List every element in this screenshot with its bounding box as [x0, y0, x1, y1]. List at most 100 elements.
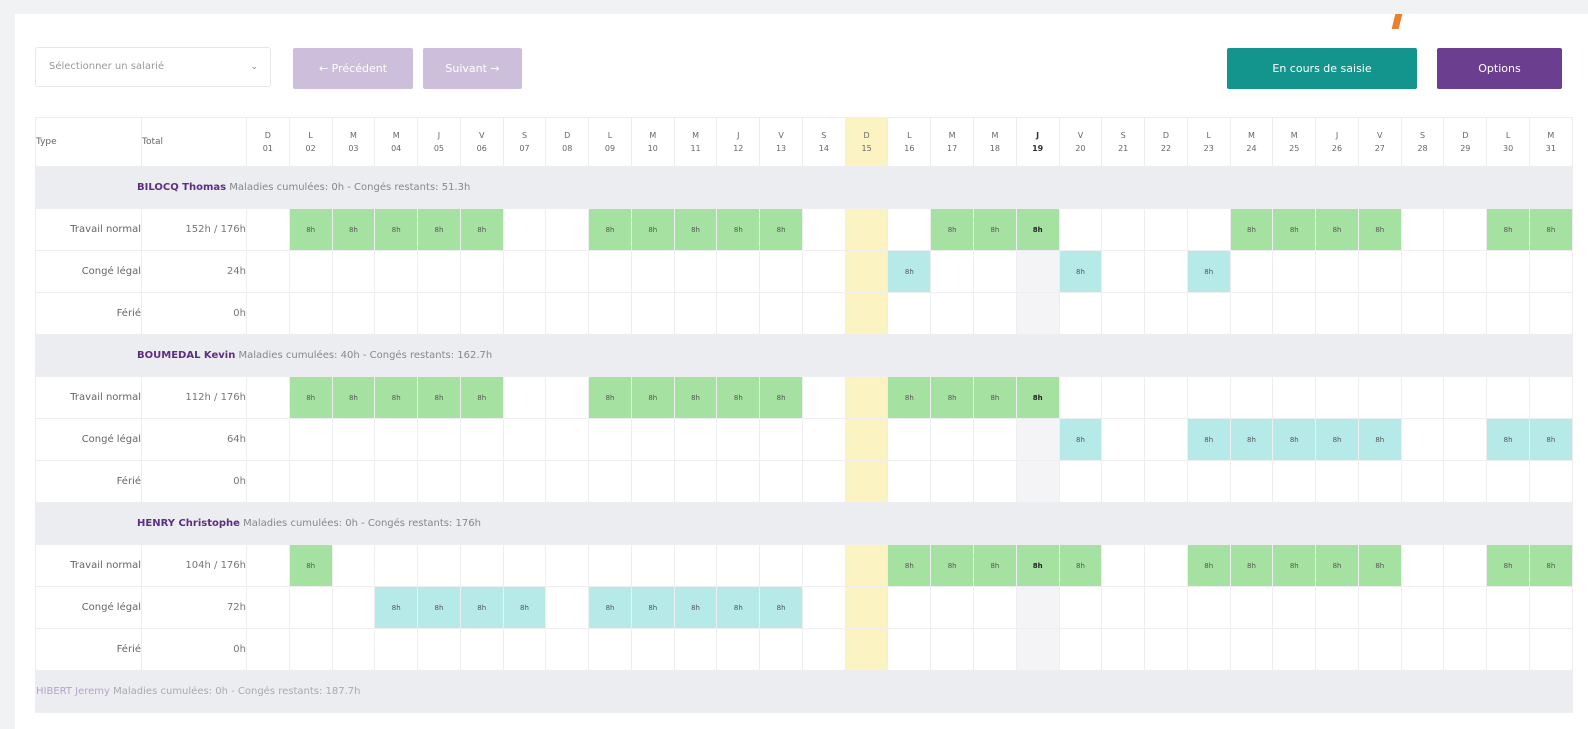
day-cell[interactable]	[887, 460, 932, 503]
day-cell[interactable]: 8h	[630, 208, 675, 251]
day-cell[interactable]: 8h	[1315, 418, 1359, 461]
employee-select[interactable]: Sélectionner un salarié ⌄	[35, 47, 271, 87]
day-cell[interactable]	[759, 544, 803, 587]
day-cell[interactable]: 8h	[1357, 208, 1402, 251]
day-cell[interactable]	[417, 544, 461, 587]
day-cell[interactable]: 8h	[1528, 544, 1573, 587]
day-cell[interactable]	[887, 418, 932, 461]
day-cell[interactable]	[1015, 250, 1060, 293]
day-cell[interactable]	[331, 628, 376, 671]
status-button[interactable]: En cours de saisie	[1227, 48, 1417, 89]
day-cell[interactable]	[1144, 376, 1188, 419]
day-cell[interactable]	[1272, 376, 1317, 419]
day-cell[interactable]	[374, 292, 419, 335]
day-cell[interactable]: 8h	[759, 208, 803, 251]
day-cell[interactable]	[887, 208, 932, 251]
day-cell[interactable]	[630, 544, 675, 587]
day-cell[interactable]	[246, 376, 290, 419]
day-cell[interactable]	[1144, 460, 1188, 503]
day-cell[interactable]: 8h	[1229, 208, 1274, 251]
day-cell[interactable]	[1101, 418, 1146, 461]
day-cell[interactable]	[1486, 586, 1530, 629]
day-cell[interactable]	[1315, 292, 1359, 335]
day-cell[interactable]	[716, 292, 761, 335]
day-cell[interactable]: 8h	[1015, 544, 1060, 587]
day-cell[interactable]: 8h	[374, 586, 419, 629]
day-cell[interactable]	[1272, 586, 1317, 629]
day-cell[interactable]: 8h	[673, 208, 718, 251]
day-cell[interactable]	[1315, 376, 1359, 419]
day-cell[interactable]: 8h	[630, 376, 675, 419]
day-cell[interactable]	[502, 418, 547, 461]
day-cell[interactable]	[630, 628, 675, 671]
day-cell[interactable]	[801, 208, 846, 251]
day-cell[interactable]: 8h	[716, 208, 761, 251]
day-cell[interactable]	[844, 250, 889, 293]
day-cell[interactable]	[630, 250, 675, 293]
day-cell[interactable]: 8h	[1486, 418, 1530, 461]
day-cell[interactable]: 8h	[1229, 418, 1274, 461]
day-cell[interactable]	[1357, 376, 1402, 419]
day-cell[interactable]: 8h	[288, 376, 333, 419]
day-cell[interactable]	[1015, 292, 1060, 335]
day-cell[interactable]: 8h	[502, 586, 547, 629]
day-cell[interactable]	[502, 544, 547, 587]
day-cell[interactable]	[331, 460, 376, 503]
day-cell[interactable]	[1528, 460, 1573, 503]
day-cell[interactable]	[1443, 208, 1488, 251]
day-cell[interactable]	[1015, 460, 1060, 503]
day-cell[interactable]	[973, 460, 1017, 503]
day-cell[interactable]	[1101, 208, 1146, 251]
day-cell[interactable]	[1528, 376, 1573, 419]
day-cell[interactable]	[1186, 376, 1231, 419]
employee-name[interactable]: BILOCQ Thomas	[36, 182, 226, 193]
day-cell[interactable]	[1144, 544, 1188, 587]
day-cell[interactable]	[801, 544, 846, 587]
day-cell[interactable]: 8h	[673, 376, 718, 419]
day-cell[interactable]	[1357, 628, 1402, 671]
day-cell[interactable]	[502, 460, 547, 503]
day-cell[interactable]	[1101, 460, 1146, 503]
day-cell[interactable]	[844, 460, 889, 503]
day-cell[interactable]	[588, 628, 632, 671]
day-cell[interactable]	[1144, 586, 1188, 629]
day-cell[interactable]: 8h	[1315, 544, 1359, 587]
day-cell[interactable]	[1015, 586, 1060, 629]
day-cell[interactable]	[288, 586, 333, 629]
day-cell[interactable]	[545, 250, 590, 293]
day-cell[interactable]	[459, 250, 504, 293]
day-cell[interactable]	[288, 292, 333, 335]
day-cell[interactable]	[246, 586, 290, 629]
day-cell[interactable]	[1443, 418, 1488, 461]
day-cell[interactable]	[1186, 292, 1231, 335]
day-cell[interactable]	[246, 544, 290, 587]
day-cell[interactable]	[973, 292, 1017, 335]
day-cell[interactable]	[673, 544, 718, 587]
day-cell[interactable]	[1400, 250, 1445, 293]
day-cell[interactable]: 8h	[887, 376, 932, 419]
day-cell[interactable]	[1229, 460, 1274, 503]
day-cell[interactable]: 8h	[930, 208, 975, 251]
day-cell[interactable]: 8h	[1528, 418, 1573, 461]
day-cell[interactable]	[1357, 250, 1402, 293]
day-cell[interactable]	[1443, 292, 1488, 335]
employee-name[interactable]: HENRY Christophe	[36, 518, 240, 529]
day-cell[interactable]	[844, 544, 889, 587]
day-cell[interactable]	[545, 544, 590, 587]
day-cell[interactable]: 8h	[331, 376, 376, 419]
day-cell[interactable]	[545, 376, 590, 419]
day-cell[interactable]	[374, 460, 419, 503]
day-cell[interactable]	[759, 460, 803, 503]
day-cell[interactable]	[417, 460, 461, 503]
day-cell[interactable]: 8h	[1229, 544, 1274, 587]
day-cell[interactable]	[844, 586, 889, 629]
day-cell[interactable]	[1186, 208, 1231, 251]
day-cell[interactable]	[1272, 292, 1317, 335]
day-cell[interactable]	[1315, 586, 1359, 629]
day-cell[interactable]	[716, 418, 761, 461]
day-cell[interactable]: 8h	[930, 376, 975, 419]
day-cell[interactable]: 8h	[374, 376, 419, 419]
options-button[interactable]: Options	[1437, 48, 1562, 89]
day-cell[interactable]	[801, 376, 846, 419]
day-cell[interactable]	[673, 460, 718, 503]
